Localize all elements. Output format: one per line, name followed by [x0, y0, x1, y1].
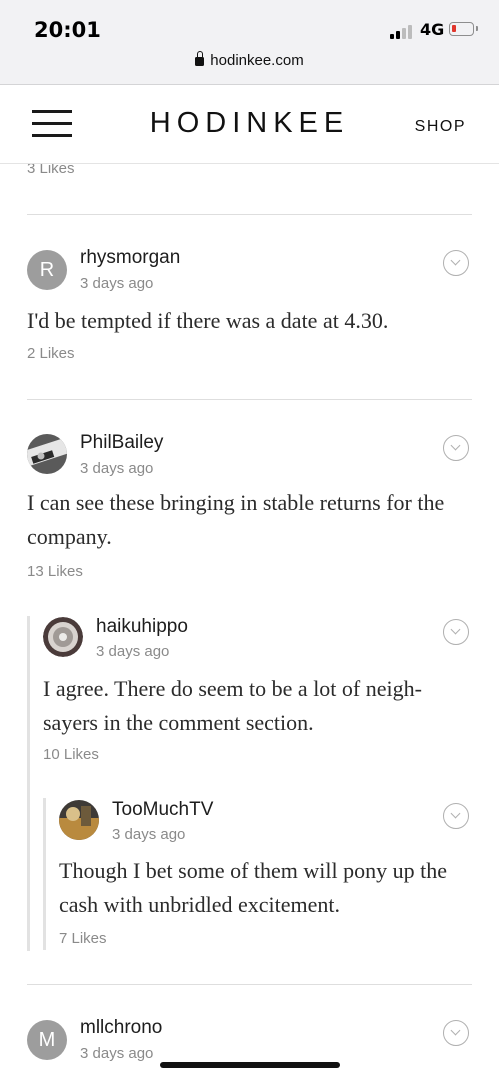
- divider: [27, 399, 472, 400]
- comment-timestamp: 3 days ago: [80, 275, 154, 292]
- signal-icon: [390, 23, 416, 39]
- comment-timestamp: 3 days ago: [80, 1045, 154, 1062]
- url-bar[interactable]: hodinkee.com: [0, 51, 499, 69]
- likes-count[interactable]: 10 Likes: [43, 746, 99, 763]
- chevron-down-icon[interactable]: [443, 803, 469, 829]
- reply-thread-line: [27, 616, 30, 951]
- comment-username[interactable]: rhysmorgan: [80, 247, 180, 269]
- status-time: 20:01: [34, 18, 101, 42]
- lock-icon: [195, 51, 205, 66]
- divider: [27, 214, 472, 215]
- comment-body: Though I bet some of them will pony up t…: [59, 858, 447, 917]
- avatar: [43, 617, 83, 657]
- comment-timestamp: 3 days ago: [80, 460, 154, 477]
- site-header: HODINKEE SHOP: [0, 85, 499, 164]
- likes-count[interactable]: 7 Likes: [59, 930, 107, 947]
- comment-timestamp: 3 days ago: [96, 643, 170, 660]
- avatar: R: [27, 250, 67, 290]
- avatar: M: [27, 1020, 67, 1060]
- chevron-down-icon[interactable]: [443, 250, 469, 276]
- home-indicator[interactable]: [160, 1062, 340, 1068]
- comments-list: 3 Likes R rhysmorgan 3 days ago I'd be t…: [0, 164, 499, 1080]
- divider: [27, 984, 472, 985]
- avatar: [27, 434, 67, 474]
- browser-chrome: 20:01 4G hodinkee.com: [0, 0, 499, 85]
- comment-username[interactable]: mllchrono: [80, 1017, 162, 1039]
- comment-username[interactable]: PhilBailey: [80, 432, 163, 454]
- url-text: hodinkee.com: [210, 52, 304, 69]
- comment-timestamp: 3 days ago: [112, 826, 186, 843]
- network-type: 4G: [420, 20, 445, 39]
- likes-count[interactable]: 2 Likes: [27, 345, 75, 362]
- chevron-down-icon[interactable]: [443, 1020, 469, 1046]
- comment-username[interactable]: haikuhippo: [96, 616, 188, 638]
- likes-count[interactable]: 3 Likes: [27, 164, 75, 177]
- comment-body: I can see these bringing in stable retur…: [27, 490, 445, 549]
- comment-body: I agree. There do seem to be a lot of ne…: [43, 676, 422, 735]
- shop-link[interactable]: SHOP: [415, 118, 466, 136]
- chevron-down-icon[interactable]: [443, 619, 469, 645]
- battery-icon: [449, 22, 478, 36]
- comment-body: I'd be tempted if there was a date at 4.…: [27, 308, 389, 333]
- chevron-down-icon[interactable]: [443, 435, 469, 461]
- comment-username[interactable]: TooMuchTV: [112, 799, 213, 821]
- avatar: [59, 800, 99, 840]
- likes-count[interactable]: 13 Likes: [27, 563, 83, 580]
- reply-thread-line: [43, 798, 46, 950]
